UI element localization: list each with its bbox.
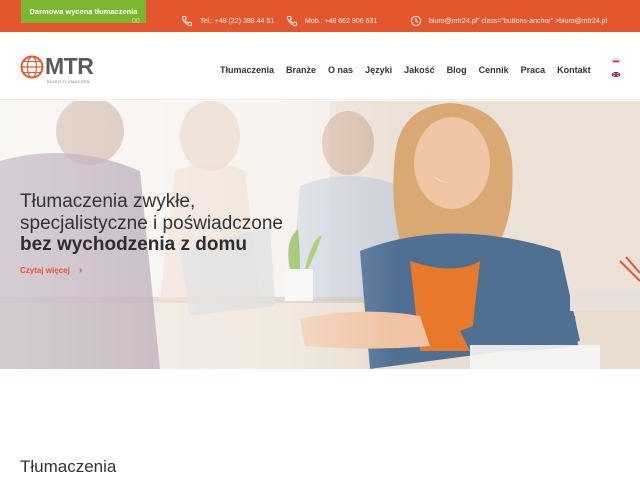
section-title: Tłumaczenia <box>20 457 117 476</box>
nav-item-cennik[interactable]: Cennik <box>479 65 509 75</box>
logo-subtitle: BIURO TŁUMACZEŃ <box>47 79 90 84</box>
logo-text: MTR <box>45 53 94 79</box>
phone-tel-text: Tel.: +48 (22) 398 44 51 <box>200 17 275 25</box>
globe-icon <box>20 55 44 79</box>
phone-mob-text: Mob.: +48 662 906 531 <box>305 17 378 25</box>
phone-partial-text: 00 <box>132 17 140 25</box>
nav-item-o-nas[interactable]: O nas <box>328 65 353 75</box>
free-quote-button[interactable]: Darmowa wycena tłumaczenia <box>21 0 146 23</box>
nav-item-blog[interactable]: Blog <box>447 65 467 75</box>
en-flag-icon[interactable] <box>612 72 620 77</box>
nav-item-jezyki[interactable]: Języki <box>365 65 392 75</box>
clock-icon <box>410 15 422 27</box>
nav-item-tlumaczenia[interactable]: Tłumaczenia <box>220 65 274 75</box>
hero-headline-line1: Tłumaczenia zwykłe, <box>20 191 196 212</box>
nav-item-praca[interactable]: Praca <box>521 65 546 75</box>
phone-mob-link[interactable]: Mob.: +48 662 906 531 <box>286 14 377 28</box>
read-more-label: Czytaj więcej <box>20 266 70 275</box>
phone-icon <box>286 16 297 27</box>
email-text: biuro@mtr24.pl" class="buttons-anchor" >… <box>429 17 608 25</box>
main-nav: Tłumaczenia Branże O nas Języki Jakość B… <box>220 65 603 75</box>
nav-item-kontakt[interactable]: Kontakt <box>557 65 591 75</box>
email-link[interactable]: biuro@mtr24.pl" class="buttons-anchor" >… <box>410 14 607 28</box>
nav-item-branze[interactable]: Branże <box>286 65 316 75</box>
section-subtitle-cutoff <box>20 476 92 480</box>
read-more-link[interactable]: Czytaj więcej › <box>20 265 82 276</box>
pl-flag-icon[interactable] <box>612 58 620 63</box>
hero-banner: Tłumaczenia zwykłe, specjalistyczne i po… <box>0 101 640 369</box>
phone-icon <box>181 16 192 27</box>
hero-headline-line2: specjalistyczne i poświadczone <box>20 213 283 234</box>
hero-headline-line3: bez wychodzenia z domu <box>20 234 247 255</box>
chevron-right-icon: › <box>78 265 83 276</box>
phone-partial: 00 <box>132 14 140 28</box>
top-contact-bar: Darmowa wycena tłumaczenia 00 Tel.: +48 … <box>0 0 640 32</box>
phone-tel-link[interactable]: Tel.: +48 (22) 398 44 51 <box>181 14 274 28</box>
mtr-logo[interactable]: MTR BIURO TŁUMACZEŃ <box>20 53 96 84</box>
site-header: MTR BIURO TŁUMACZEŃ Tłumaczenia Branże O… <box>0 32 640 100</box>
nav-item-jakosc[interactable]: Jakość <box>404 65 435 75</box>
